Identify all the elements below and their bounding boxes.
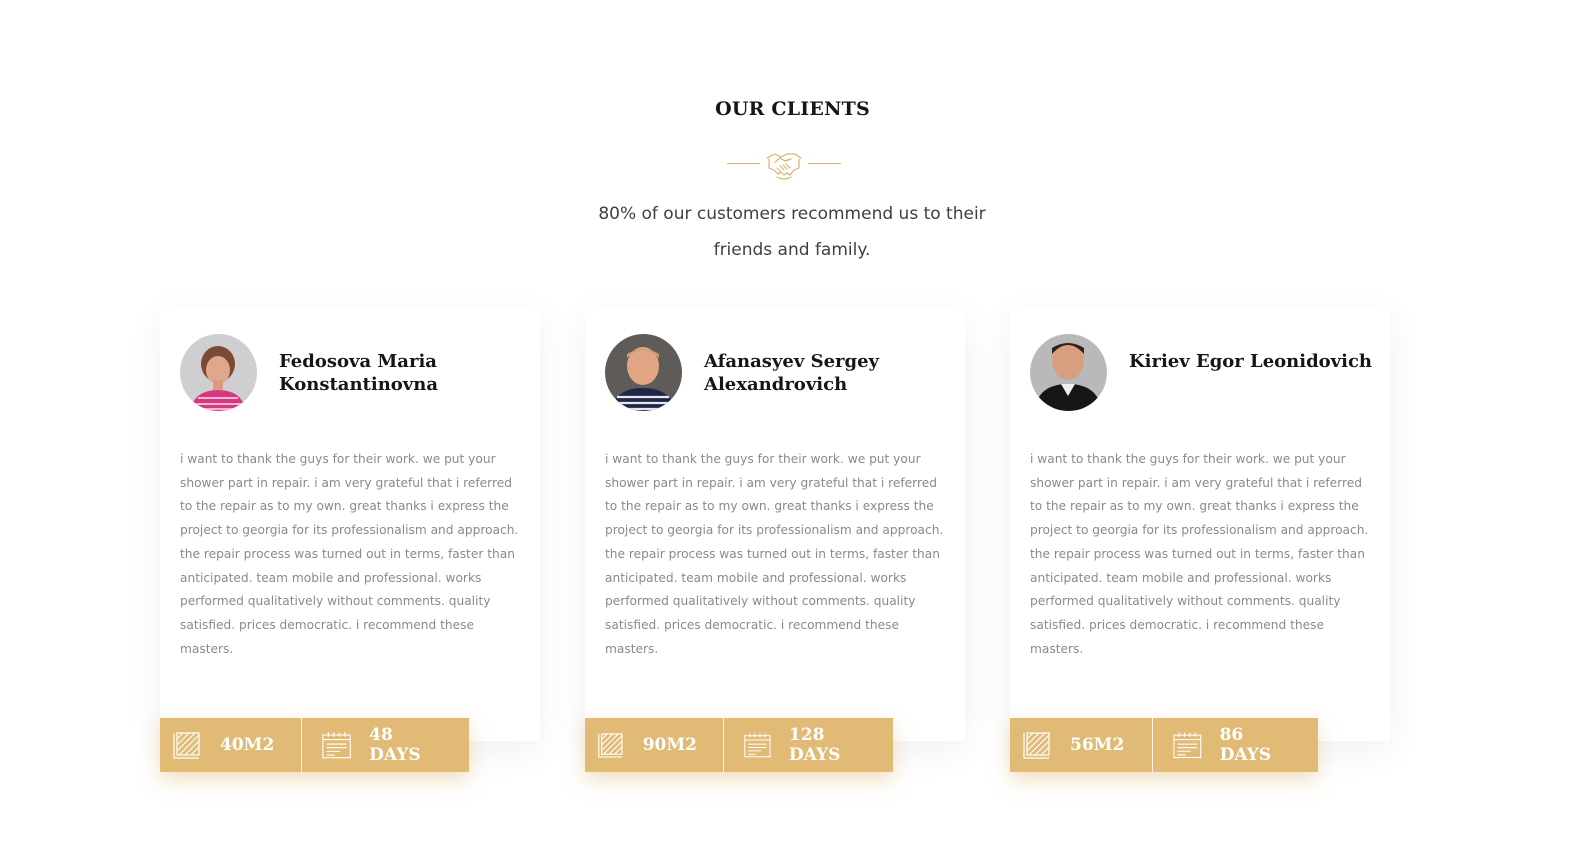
client-card: Fedosova Maria Konstantinovna i want to … <box>160 306 540 772</box>
title-divider <box>727 148 841 184</box>
area-stat: 56M2 <box>1010 718 1152 772</box>
area-icon <box>598 733 623 758</box>
client-review: i want to thank the guys for their work.… <box>180 452 519 656</box>
duration-stat: 48 DAYS <box>301 718 469 772</box>
area-value: 56M2 <box>1070 735 1125 755</box>
area-stat: 40M2 <box>160 718 301 772</box>
avatar <box>180 334 257 411</box>
area-icon <box>1023 732 1050 759</box>
calendar-icon <box>322 732 351 759</box>
duration-stat: 86 DAYS <box>1152 718 1318 772</box>
divider-line-left <box>727 163 760 164</box>
handshake-icon <box>766 153 802 180</box>
duration-value: 48 DAYS <box>369 725 421 765</box>
area-stat: 90M2 <box>585 718 723 772</box>
duration-value: 128 DAYS <box>788 725 841 765</box>
section-title: OUR CLIENTS <box>715 98 870 120</box>
project-stats: 56M2 86 DAYS <box>1010 718 1318 772</box>
calendar-icon <box>744 733 771 758</box>
area-icon <box>173 732 200 759</box>
client-review: i want to thank the guys for their work.… <box>605 452 944 656</box>
area-value: 40M2 <box>220 735 275 755</box>
calendar-icon <box>1173 732 1202 759</box>
section-subtitle: 80% of our customers recommend us to the… <box>598 204 986 260</box>
client-card: Afanasyev Sergey Alexandrovich i want to… <box>585 306 965 772</box>
project-stats: 90M2 128 DAYS <box>585 718 893 772</box>
clients-section: OUR CLIENTS 80% of our customers recomme… <box>0 0 1585 856</box>
client-name: Fedosova Maria Konstantinovna <box>279 351 438 395</box>
client-name: Afanasyev Sergey Alexandrovich <box>704 351 880 395</box>
avatar <box>605 334 682 411</box>
area-value: 90M2 <box>642 735 697 755</box>
project-stats: 40M2 48 DAYS <box>160 718 469 772</box>
duration-stat: 128 DAYS <box>723 718 893 772</box>
client-name: Kiriev Egor Leonidovich <box>1129 351 1373 372</box>
duration-value: 86 DAYS <box>1219 725 1272 765</box>
avatar <box>1030 334 1107 411</box>
divider-line-right <box>808 163 841 164</box>
client-review: i want to thank the guys for their work.… <box>1030 452 1369 656</box>
client-card: Kiriev Egor Leonidovich i want to thank … <box>1010 306 1390 772</box>
